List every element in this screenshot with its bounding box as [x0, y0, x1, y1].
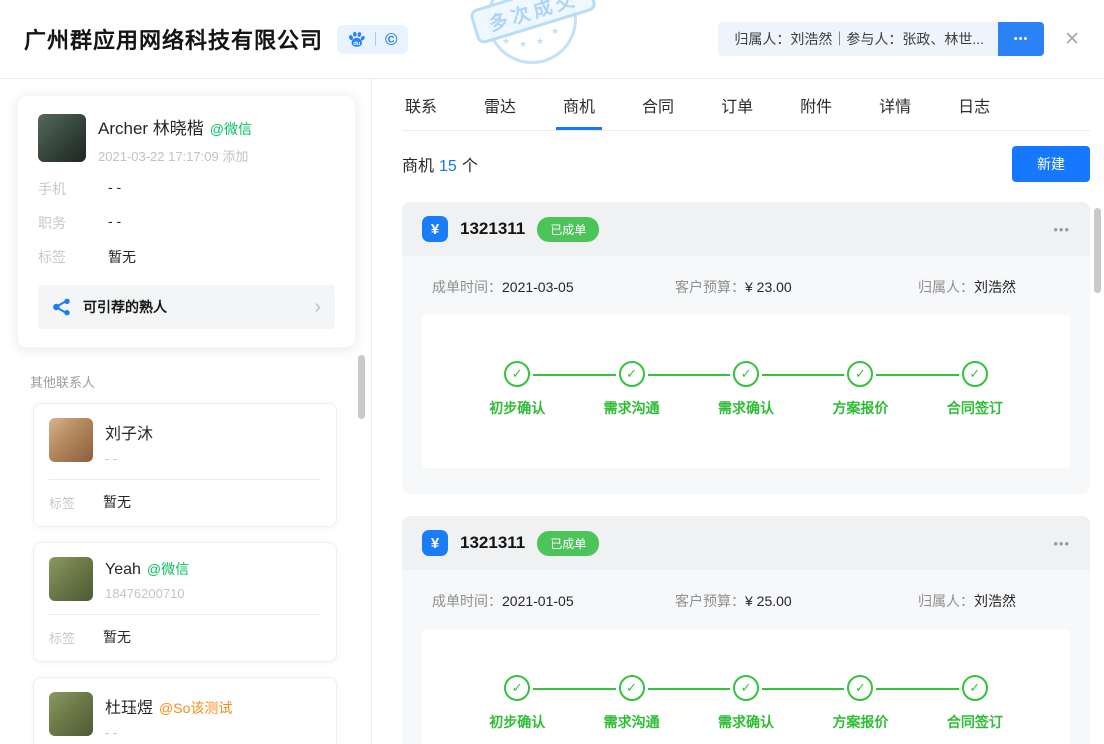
other-contacts-title: 其他联系人: [30, 372, 371, 391]
source-badge[interactable]: du ©: [337, 25, 408, 54]
main-panel: 联系 雷达 商机 合同 订单 附件 详情 日志 商机15个 新建 ¥ 13213…: [372, 79, 1104, 744]
star-icon: ★: [551, 26, 559, 37]
pipeline-step: ✓ 需求沟通: [574, 675, 688, 732]
pipeline-step: ✓ 初步确认: [460, 361, 574, 418]
pipeline-step: ✓ 合同签订: [918, 675, 1032, 732]
pipeline-step: ✓ 合同签订: [918, 361, 1032, 418]
pipeline-step: ✓ 初步确认: [460, 675, 574, 732]
pipeline-step: ✓ 需求沟通: [574, 361, 688, 418]
tab-attachments[interactable]: 附件: [800, 79, 832, 130]
check-icon: ✓: [962, 675, 988, 701]
field-row: 标签 暂无: [38, 247, 335, 267]
opportunity-card: ¥ 1321311 已成单 ••• 成单时间：2021-01-05 客户预算：¥…: [402, 516, 1090, 744]
tab-contracts[interactable]: 合同: [642, 79, 674, 130]
tab-logs[interactable]: 日志: [958, 79, 990, 130]
contact-name: 杜珏煜@So该测试: [105, 694, 232, 718]
check-icon: ✓: [733, 675, 759, 701]
more-button[interactable]: •••: [998, 22, 1044, 56]
channel-tag: @微信: [147, 561, 189, 577]
owner-bar-text: 归属人：刘浩然｜参与人：张政、林世...: [734, 29, 984, 49]
tab-contacts[interactable]: 联系: [405, 79, 437, 130]
channel-tag: @微信: [210, 121, 252, 137]
opportunity-card-header: ¥ 1321311 已成单 •••: [402, 202, 1090, 256]
opportunity-counter: 商机15个: [402, 152, 478, 176]
tab-details[interactable]: 详情: [879, 79, 911, 130]
referral-label: 可引荐的熟人: [83, 297, 167, 317]
opportunity-meta: 成单时间：2021-03-05 客户预算：¥ 23.00 归属人：刘浩然: [402, 256, 1090, 297]
page-title: 广州群应用网络科技有限公司: [24, 23, 323, 55]
contact-sub: - -: [105, 451, 159, 466]
contact-name: 刘子沐: [105, 420, 159, 444]
repeat-deal-stamp: ★ ★ ★ ★ ★ 多次成交: [474, 0, 592, 82]
new-opportunity-button[interactable]: 新建: [1012, 146, 1090, 182]
pipeline-step: ✓ 需求确认: [689, 361, 803, 418]
added-time: 2021-03-22 17:17:09 添加: [98, 146, 252, 165]
star-icon: ★: [486, 26, 494, 37]
channel-tag: @So该测试: [159, 700, 232, 716]
avatar: [38, 114, 86, 162]
avatar: [49, 418, 93, 462]
aiqicha-icon: ©: [385, 31, 398, 48]
pipeline-panel: ✓ 初步确认 ✓ 需求沟通 ✓ 需求确认 ✓ 方案报价: [422, 315, 1070, 468]
opportunity-count: 15: [439, 158, 457, 175]
avatar: [49, 692, 93, 736]
stamp-text: 多次成交: [468, 0, 597, 45]
avatar: [49, 557, 93, 601]
stamp-arc: [496, 2, 542, 28]
baidu-paw-icon: du: [347, 31, 366, 48]
check-icon: ✓: [847, 361, 873, 387]
contact-sub: - -: [105, 725, 232, 740]
check-icon: ✓: [619, 361, 645, 387]
check-icon: ✓: [504, 675, 530, 701]
opportunity-id: 1321311: [460, 219, 525, 239]
status-badge: 已成单: [537, 217, 599, 242]
share-network-icon: [52, 297, 72, 317]
svg-text:du: du: [353, 40, 360, 46]
pipeline-step: ✓ 方案报价: [803, 675, 917, 732]
contact-name: Archer 林晓楷@微信: [98, 114, 252, 139]
card-more-icon[interactable]: •••: [1053, 222, 1070, 237]
yuan-icon: ¥: [422, 530, 448, 556]
customer-header: 广州群应用网络科技有限公司 du © ★ ★ ★ ★ ★ 多次成交 归属人：刘浩…: [0, 0, 1104, 79]
profile-card: Archer 林晓楷@微信 2021-03-22 17:17:09 添加 手机 …: [17, 95, 356, 348]
tab-orders[interactable]: 订单: [721, 79, 753, 130]
star-icon: ★: [502, 36, 510, 47]
pipeline-step: ✓ 方案报价: [803, 361, 917, 418]
yuan-icon: ¥: [422, 216, 448, 242]
star-icon: ★: [536, 36, 544, 47]
main-scrollbar[interactable]: [1094, 208, 1101, 293]
card-more-icon[interactable]: •••: [1053, 536, 1070, 551]
tab-opportunities[interactable]: 商机: [563, 79, 595, 130]
star-icon: ★: [519, 39, 527, 50]
close-icon[interactable]: ✕: [1064, 30, 1080, 49]
contact-name: Yeah@微信: [105, 559, 189, 579]
stamp-circle: [487, 0, 577, 64]
opportunity-card-header: ¥ 1321311 已成单 •••: [402, 516, 1090, 570]
chevron-right-icon: ›: [314, 297, 321, 317]
tab-radar[interactable]: 雷达: [484, 79, 516, 130]
check-icon: ✓: [619, 675, 645, 701]
field-row: 职务 - -: [38, 213, 335, 233]
opportunity-meta: 成单时间：2021-01-05 客户预算：¥ 25.00 归属人：刘浩然: [402, 570, 1090, 611]
owner-bar[interactable]: 归属人：刘浩然｜参与人：张政、林世... •••: [718, 22, 1044, 56]
opportunity-id: 1321311: [460, 533, 525, 553]
referral-bar[interactable]: 可引荐的熟人 ›: [38, 285, 335, 329]
check-icon: ✓: [962, 361, 988, 387]
tab-bar: 联系 雷达 商机 合同 订单 附件 详情 日志: [402, 79, 1090, 131]
badge-divider: [375, 32, 376, 46]
sidebar-scrollbar[interactable]: [358, 355, 365, 419]
contact-sub: 18476200710: [105, 586, 189, 601]
pipeline-panel: ✓ 初步确认 ✓ 需求沟通 ✓ 需求确认 ✓ 方案报价: [422, 629, 1070, 744]
contact-card[interactable]: Yeah@微信 18476200710 标签 暂无: [33, 542, 337, 662]
pipeline-step: ✓ 需求确认: [689, 675, 803, 732]
opportunity-card: ¥ 1321311 已成单 ••• 成单时间：2021-03-05 客户预算：¥…: [402, 202, 1090, 494]
field-row: 手机 - -: [38, 179, 335, 199]
check-icon: ✓: [504, 361, 530, 387]
check-icon: ✓: [733, 361, 759, 387]
check-icon: ✓: [847, 675, 873, 701]
contact-card[interactable]: 杜珏煜@So该测试 - - 标签 暂无: [33, 677, 337, 744]
status-badge: 已成单: [537, 531, 599, 556]
contact-card[interactable]: 刘子沐 - - 标签 暂无: [33, 403, 337, 527]
contact-sidebar: Archer 林晓楷@微信 2021-03-22 17:17:09 添加 手机 …: [0, 79, 372, 744]
